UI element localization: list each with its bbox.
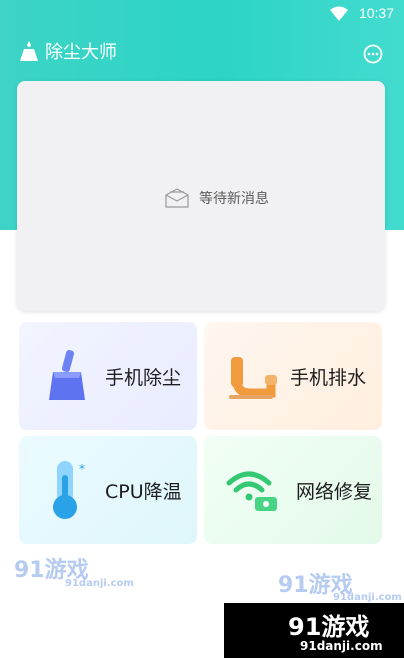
- wifi-signal-icon: [330, 6, 348, 21]
- mail-icon: [165, 188, 189, 208]
- broom-icon: [49, 350, 85, 400]
- thermometer-icon: *: [53, 461, 85, 519]
- waiting-text: 等待新消息: [199, 191, 269, 207]
- message-icon[interactable]: [363, 44, 383, 64]
- watermark-url: 91danji.com: [333, 592, 402, 603]
- wifi-repair-icon: [226, 471, 277, 511]
- tile-label: 网络修复: [296, 480, 373, 503]
- tile-cpu-cooling[interactable]: * CPU降温: [19, 436, 197, 544]
- watermark-banner-logo: 91游戏: [288, 613, 370, 641]
- empty-state: 等待新消息: [163, 186, 269, 210]
- watermark-url: 91danji.com: [65, 578, 134, 589]
- tile-label: 手机排水: [290, 366, 367, 389]
- tile-network-repair[interactable]: 网络修复: [204, 436, 382, 544]
- tile-label: CPU降温: [105, 480, 182, 503]
- watermark-banner-url: 91danji.com: [300, 639, 383, 653]
- tile-label: 手机除尘: [105, 366, 182, 389]
- pipe-icon: [229, 357, 277, 399]
- svg-text:*: *: [79, 462, 85, 476]
- message-panel: 等待新消息: [17, 81, 385, 311]
- status-time: 10:37: [358, 5, 394, 21]
- status-bar: 10:37: [0, 0, 404, 28]
- tile-phone-dust[interactable]: 手机除尘: [19, 322, 197, 430]
- tile-phone-drain[interactable]: 手机排水: [204, 322, 382, 430]
- app-title: 除尘大师: [45, 42, 117, 63]
- app-logo-icon: [20, 41, 38, 61]
